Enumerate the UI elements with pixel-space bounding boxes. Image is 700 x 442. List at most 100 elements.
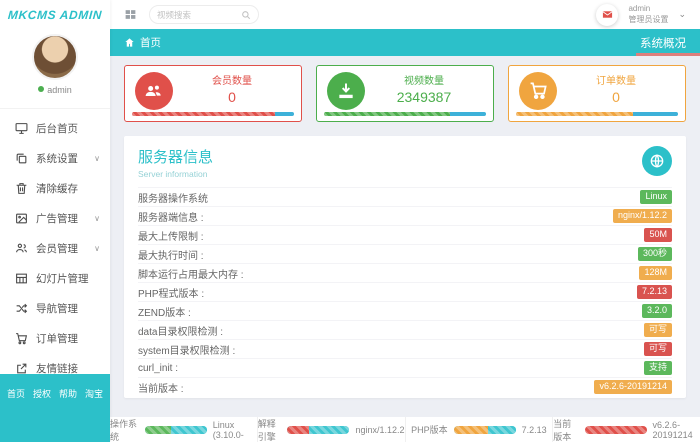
stat-label: 视频数量 <box>404 75 444 87</box>
username-line: admin <box>0 85 110 95</box>
sidebar-item-label: 导航管理 <box>36 302 78 315</box>
active-tab-indicator <box>636 53 700 56</box>
sidebar-item-system-settings[interactable]: 系统设置 ∨ <box>0 143 110 173</box>
sidebar-footer-link-home[interactable]: 首页 <box>7 387 25 442</box>
statbar-progress <box>453 425 516 434</box>
topbar: admin 管理员设置 ⌄ <box>110 0 700 29</box>
progress-segment <box>487 425 516 434</box>
sidebar-item-label: 会员管理 <box>36 242 78 255</box>
chevron-down-icon[interactable]: ⌄ <box>678 9 686 20</box>
progress-bar <box>324 112 486 116</box>
globe-button[interactable] <box>642 146 672 176</box>
server-row-label: 脚本运行占用最大内存 : <box>138 269 244 281</box>
app-logo[interactable]: MKCMS ADMIN <box>0 0 111 30</box>
home-icon <box>125 38 134 47</box>
statbar-label: 操作系统 <box>110 418 138 442</box>
sidebar-item-members[interactable]: 会员管理 ∨ <box>0 233 110 263</box>
stat-card-videos[interactable]: 视频数量 2349387 <box>316 65 494 122</box>
chevron-down-icon: ∨ <box>94 243 100 253</box>
sidebar-item-label: 后台首页 <box>36 122 78 135</box>
sidebar-item-dashboard[interactable]: 后台首页 <box>0 113 110 143</box>
statbar-value: Linux (3.10.0- <box>212 419 244 440</box>
sidebar-item-label: 订单管理 <box>36 332 78 345</box>
search-box <box>149 5 259 24</box>
status-badge: nginx/1.12.2 <box>612 209 672 223</box>
messages-button[interactable] <box>596 3 619 26</box>
main-area: admin 管理员设置 ⌄ 首页 系统概况 <box>110 0 700 442</box>
copy-icon <box>16 153 27 163</box>
breadcrumb[interactable]: 首页 <box>124 35 161 50</box>
status-badge: 128M <box>639 266 672 280</box>
progress-segment <box>516 112 633 116</box>
status-badge: 7.2.13 <box>636 285 672 299</box>
stat-cards: 会员数量 0 视频数量 2349387 订单数量 0 <box>124 65 686 122</box>
statbar-value: 7.2.13 <box>521 424 547 435</box>
sidebar-item-ads[interactable]: 广告管理 ∨ <box>0 203 110 233</box>
status-badge: 可写 <box>643 342 672 356</box>
progress-segment <box>144 425 171 434</box>
cart-icon <box>16 332 28 344</box>
sidebar-item-navigation[interactable]: 导航管理 <box>0 293 110 323</box>
stat-card-members[interactable]: 会员数量 0 <box>124 65 302 122</box>
server-row-label: PHP程式版本 : <box>138 288 205 300</box>
stat-card-orders[interactable]: 订单数量 0 <box>508 65 686 122</box>
statbar-os: 操作系统 Linux (3.10.0- <box>110 417 257 442</box>
server-row: 脚本运行占用最大内存 : 128M <box>138 263 672 282</box>
users-icon <box>135 71 173 110</box>
server-row: 当前版本 : v6.2.6-20191214 <box>138 377 672 396</box>
chevron-down-icon: ∨ <box>94 153 100 163</box>
progress-segment <box>287 425 310 434</box>
stat-label: 订单数量 <box>596 75 636 87</box>
apps-grid-button[interactable] <box>124 8 137 21</box>
breadcrumb-bar: 首页 系统概况 <box>110 29 700 56</box>
app-window: MKCMS ADMIN admin 后台首页 系统设置 ∨ 清除缓存 广告管理 <box>0 0 700 442</box>
stat-value: 0 <box>612 88 620 105</box>
progress-segment <box>309 425 350 434</box>
server-row: ZEND版本 : 3.2.0 <box>138 301 672 320</box>
sidebar-item-orders[interactable]: 订单管理 <box>0 323 110 353</box>
status-badge: 300秒 <box>637 247 672 261</box>
progress-segment <box>170 425 207 434</box>
statbar-progress <box>584 425 647 434</box>
server-row: 最大执行时间 : 300秒 <box>138 244 672 263</box>
slides-icon <box>16 273 27 283</box>
panel-subtitle: Server information <box>138 169 208 179</box>
sidebar-footer: 首页 授权 帮助 淘宝 <box>0 374 110 442</box>
panel-title: 服务器信息 <box>138 149 214 166</box>
account-menu[interactable]: admin 管理员设置 <box>628 4 668 26</box>
sidebar-footer-link-license[interactable]: 授权 <box>33 387 51 442</box>
download-icon <box>327 71 365 110</box>
sidebar-item-slides[interactable]: 幻灯片管理 <box>0 263 110 293</box>
progress-segment <box>324 112 451 116</box>
content: 会员数量 0 视频数量 2349387 订单数量 0 服务器信息 Server … <box>110 56 700 417</box>
stat-value: 2349387 <box>396 88 452 105</box>
sidebar-item-label: 系统设置 <box>36 152 78 165</box>
globe-icon <box>650 154 664 168</box>
statbar-label: 当前版本 <box>553 418 572 442</box>
sidebar-footer-link-taobao[interactable]: 淘宝 <box>85 387 103 442</box>
server-info-panel: 服务器信息 Server information 服务器操作系统 Linux 服… <box>124 136 686 398</box>
progress-segment <box>274 112 294 116</box>
search-icon[interactable] <box>241 10 251 20</box>
search-input[interactable] <box>157 9 241 20</box>
server-row-label: system目录权限检测 : <box>138 345 236 357</box>
statbar-version: 当前版本 v6.2.6-20191214 <box>552 417 700 442</box>
stat-card-meta: 订单数量 0 <box>557 75 675 106</box>
status-badge: 50M <box>644 228 672 242</box>
avatar[interactable] <box>32 34 78 80</box>
sidebar-menu: 后台首页 系统设置 ∨ 清除缓存 广告管理 ∨ 会员管理 ∨ 幻灯片管理 导航管… <box>0 108 110 383</box>
desktop-icon <box>15 122 28 134</box>
breadcrumb-home: 首页 <box>140 37 161 49</box>
section-title[interactable]: 系统概况 <box>640 35 686 51</box>
stat-card-meta: 会员数量 0 <box>173 75 291 106</box>
sidebar-footer-link-help[interactable]: 帮助 <box>59 387 77 442</box>
cart-icon <box>519 71 557 110</box>
panel-titles: 服务器信息 Server information <box>138 146 213 179</box>
server-row: 服务器操作系统 Linux <box>138 187 672 206</box>
sidebar-item-label: 广告管理 <box>36 212 78 225</box>
stat-label: 会员数量 <box>212 75 252 87</box>
progress-segment <box>450 112 486 116</box>
sidebar-item-label: 清除缓存 <box>36 182 78 195</box>
sidebar-item-clear-cache[interactable]: 清除缓存 <box>0 173 110 203</box>
server-row: system目录权限检测 : 可写 <box>138 339 672 358</box>
